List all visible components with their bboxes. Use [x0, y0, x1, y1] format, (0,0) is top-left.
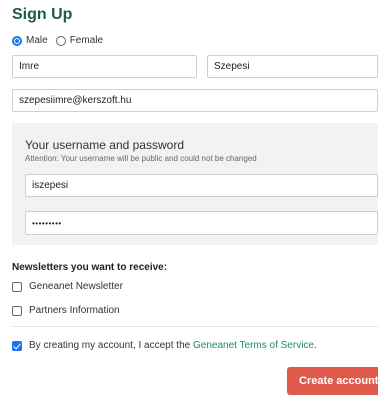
- terms-text: By creating my account, I accept the Gen…: [29, 340, 317, 351]
- terms-of-service-link[interactable]: Geneanet Terms of Service: [193, 340, 314, 351]
- male-radio[interactable]: [12, 35, 22, 46]
- credentials-heading: Your username and password: [25, 138, 184, 152]
- page-title: Sign Up: [12, 6, 73, 23]
- email-input[interactable]: szepesiimre@kerszoft.hu: [12, 89, 378, 112]
- newsletter-label[interactable]: Geneanet Newsletter: [29, 281, 123, 292]
- terms-suffix: .: [313, 340, 317, 351]
- female-radio[interactable]: [55, 35, 66, 46]
- newsletter-checkbox[interactable]: [12, 281, 22, 292]
- terms-prefix: By creating my account, I accept the: [29, 340, 193, 351]
- male-radio-label[interactable]: Male: [26, 35, 48, 46]
- partners-checkbox[interactable]: [12, 305, 22, 316]
- female-radio-label[interactable]: Female: [70, 35, 103, 46]
- last-name-input[interactable]: Szepesi: [207, 55, 378, 78]
- partners-option[interactable]: Partners Information: [12, 305, 120, 316]
- partners-label[interactable]: Partners Information: [29, 305, 120, 316]
- credentials-note: Attention: Your username will be public …: [25, 154, 257, 163]
- create-account-button[interactable]: Create account: [287, 367, 378, 395]
- first-name-input[interactable]: Imre: [12, 55, 197, 78]
- terms-option[interactable]: By creating my account, I accept the Gen…: [12, 340, 317, 351]
- gender-radio-group: Male Female: [12, 35, 111, 46]
- divider: [12, 326, 378, 327]
- newsletter-option[interactable]: Geneanet Newsletter: [12, 281, 123, 292]
- password-input[interactable]: •••••••••: [25, 211, 378, 235]
- terms-checkbox[interactable]: [12, 340, 22, 351]
- newsletters-heading: Newsletters you want to receive:: [12, 262, 168, 273]
- username-input[interactable]: iszepesi: [25, 174, 378, 197]
